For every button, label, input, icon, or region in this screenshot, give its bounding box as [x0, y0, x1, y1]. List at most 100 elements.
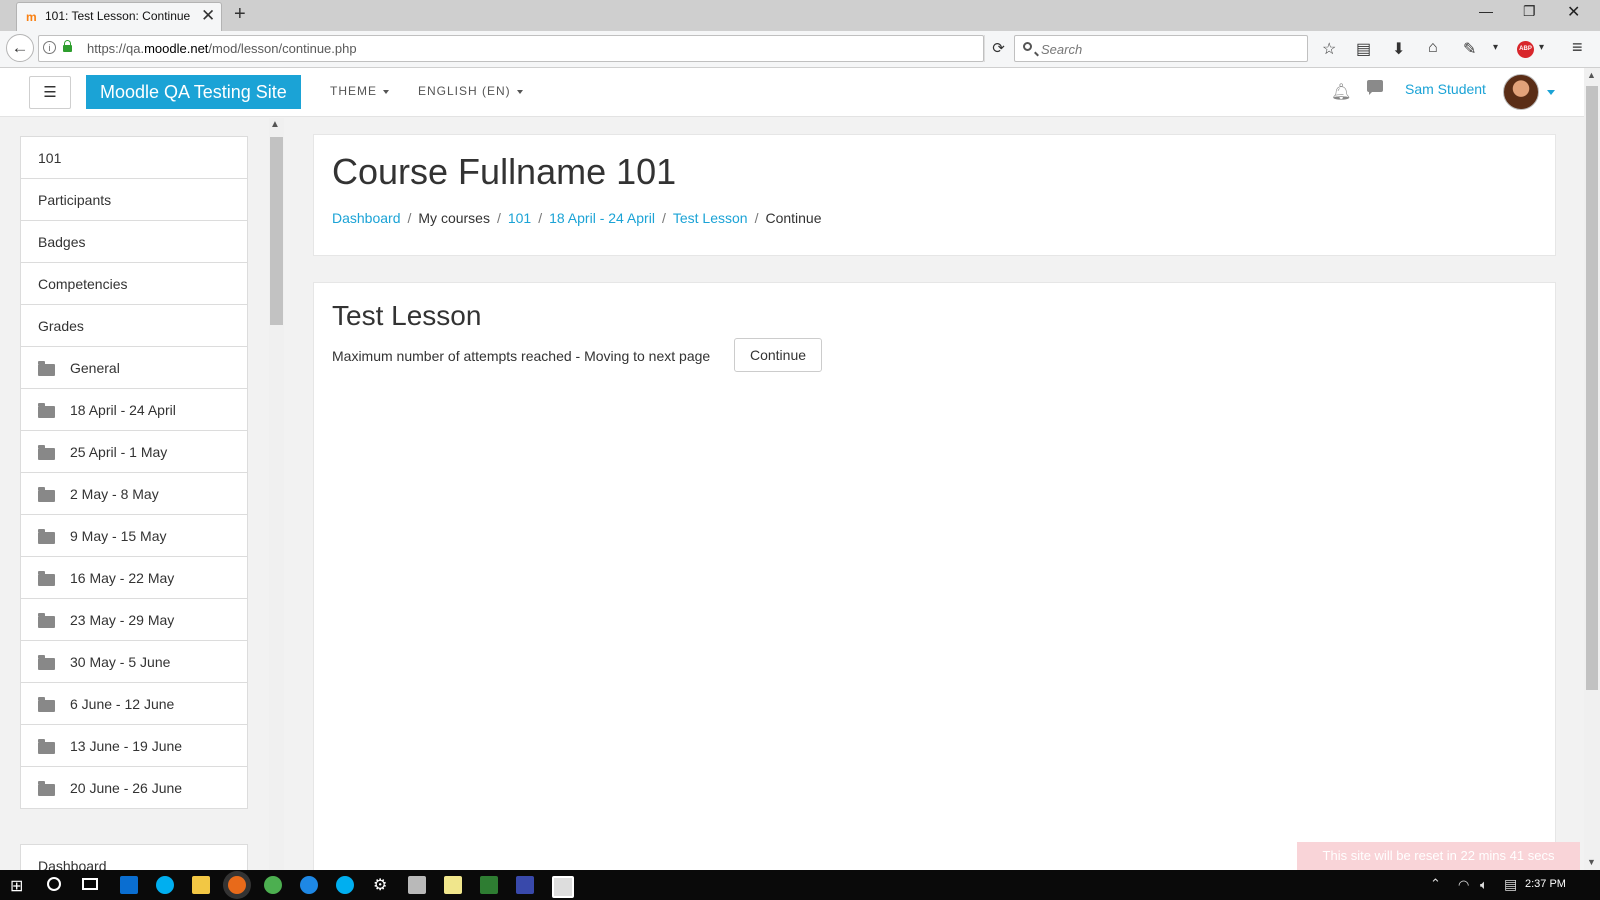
drawer-item-20-june-26-june[interactable]: 20 June - 26 June	[20, 766, 248, 809]
browser-menu-icon[interactable]: ≡	[1572, 37, 1583, 58]
lesson-title: Test Lesson	[332, 300, 482, 331]
snipping-tool-icon[interactable]	[408, 876, 426, 894]
remote-desktop-app-icon[interactable]	[516, 876, 534, 894]
notepad-app-icon[interactable]	[444, 876, 462, 894]
show-hidden-icons-chevron-icon[interactable]: ⌃	[1430, 876, 1441, 892]
page-header: Course Fullname 101 Dashboard / My courses…	[313, 134, 1556, 256]
user-name-link[interactable]: Sam Student	[1405, 81, 1486, 97]
back-button[interactable]: ←	[6, 34, 34, 62]
drawer-item-participants[interactable]: Participants	[20, 178, 248, 221]
scroll-up-arrow-icon[interactable]: ▲	[1587, 70, 1596, 80]
drawer-item-16-may-22-may[interactable]: 16 May - 22 May	[20, 556, 248, 599]
reading-list-icon[interactable]: ▤	[1356, 39, 1371, 59]
chrome-app-icon[interactable]	[264, 876, 282, 894]
notifications-bell-icon[interactable]: 🔔︎	[1331, 82, 1351, 102]
reload-button[interactable]: ⟳	[984, 35, 1012, 62]
browser-tab[interactable]: m 101: Test Lesson: Continue ✕	[16, 2, 222, 31]
drawer-item-label: Competencies	[38, 276, 128, 292]
edge-app-icon[interactable]	[300, 876, 318, 894]
action-center-icon[interactable]: ▤	[1504, 876, 1517, 893]
drawer-item-competencies[interactable]: Competencies	[20, 262, 248, 305]
close-tab-icon[interactable]: ✕	[201, 6, 215, 26]
scroll-up-arrow-icon[interactable]: ▲	[270, 119, 280, 130]
search-bar[interactable]: Search	[1014, 35, 1308, 62]
outlook-app-icon[interactable]	[120, 876, 138, 894]
clock[interactable]: 2:37 PM	[1525, 878, 1566, 890]
page-scrollbar-thumb[interactable]	[1586, 86, 1598, 690]
adblock-icon[interactable]: ABP	[1517, 41, 1534, 58]
drawer-item-6-june-12-june[interactable]: 6 June - 12 June	[20, 682, 248, 725]
extension-icon[interactable]: ✎	[1463, 39, 1476, 59]
drawer-item-grades[interactable]: Grades	[20, 304, 248, 347]
drawer-item-25-april-1-may[interactable]: 25 April - 1 May	[20, 430, 248, 473]
breadcrumb-item[interactable]: Dashboard	[332, 210, 401, 226]
continue-button[interactable]: Continue	[734, 338, 822, 372]
drawer-item-13-june-19-june[interactable]: 13 June - 19 June	[20, 724, 248, 767]
drawer-item-23-may-29-may[interactable]: 23 May - 29 May	[20, 598, 248, 641]
site-name-link[interactable]: Moodle QA Testing Site	[86, 75, 301, 109]
cortana-search-icon[interactable]	[47, 877, 61, 891]
breadcrumb-item[interactable]: Test Lesson	[673, 210, 748, 226]
drawer-item-101[interactable]: 101	[20, 136, 248, 179]
folder-icon	[38, 487, 55, 502]
drawer-item-label: 23 May - 29 May	[70, 612, 175, 628]
breadcrumb-separator: /	[754, 210, 759, 226]
folder-icon	[38, 571, 55, 586]
drawer-item-label: 25 April - 1 May	[70, 444, 168, 460]
firefox-app-icon[interactable]	[228, 876, 246, 894]
skype-app-icon[interactable]	[156, 876, 174, 894]
scroll-down-arrow-icon[interactable]: ▼	[1587, 857, 1596, 867]
wifi-icon[interactable]: ◠	[1458, 877, 1469, 893]
url-path: /mod/lesson/continue.php	[208, 41, 357, 56]
drawer-item-label: Badges	[38, 234, 86, 250]
search-icon	[1023, 42, 1032, 51]
restore-window-icon[interactable]: ❐	[1523, 3, 1536, 20]
language-menu[interactable]: ENGLISH (EN)	[418, 84, 523, 98]
minimize-window-icon[interactable]: —	[1479, 3, 1493, 19]
skype-business-app-icon[interactable]	[336, 876, 354, 894]
drawer-item-general[interactable]: General	[20, 346, 248, 389]
drawer-dashboard-link[interactable]: Dashboard	[20, 844, 248, 870]
drawer-item-30-may-5-june[interactable]: 30 May - 5 June	[20, 640, 248, 683]
drawer-item-18-april-24-april[interactable]: 18 April - 24 April	[20, 388, 248, 431]
user-menu-caret-icon[interactable]	[1547, 90, 1555, 95]
theme-menu[interactable]: THEME	[330, 84, 389, 98]
file-explorer-icon[interactable]	[192, 876, 210, 894]
home-icon[interactable]: ⌂	[1428, 39, 1438, 57]
drawer-scrollbar-thumb[interactable]	[270, 137, 283, 325]
photos-app-icon[interactable]	[552, 876, 574, 898]
adblock-dropdown-icon[interactable]: ▾	[1539, 42, 1544, 53]
close-window-icon[interactable]: ✕	[1567, 2, 1580, 22]
lock-icon	[63, 40, 72, 52]
breadcrumb-item[interactable]: 101	[508, 210, 531, 226]
url-text: https://qa.moodle.net/mod/lesson/continu…	[87, 41, 357, 56]
site-info-icon[interactable]: i	[43, 41, 56, 54]
drawer-item-badges[interactable]: Badges	[20, 220, 248, 263]
messages-icon[interactable]	[1367, 80, 1383, 95]
volume-icon[interactable]: 🔈︎	[1480, 877, 1488, 893]
nav-drawer: 101 Participants Badges Competencies Grades G…	[0, 118, 280, 870]
breadcrumb-item[interactable]: 18 April - 24 April	[549, 210, 655, 226]
drawer-item-2-may-8-may[interactable]: 2 May - 8 May	[20, 472, 248, 515]
page-title: Course Fullname 101	[332, 151, 677, 192]
caret-down-icon	[516, 89, 523, 94]
url-bar[interactable]: i https://qa.moodle.net/mod/lesson/conti…	[38, 35, 984, 62]
task-view-icon[interactable]	[82, 878, 98, 890]
drawer-item-label: Dashboard	[38, 858, 107, 870]
tab-title: 101: Test Lesson: Continue	[45, 9, 191, 23]
spreadsheet-app-icon[interactable]	[480, 876, 498, 894]
breadcrumb: Dashboard / My courses / 101 / 18 April - 24 A…	[332, 210, 822, 226]
downloads-icon[interactable]: ⬇	[1392, 39, 1405, 59]
avatar[interactable]	[1503, 74, 1539, 110]
breadcrumb-separator: /	[538, 210, 543, 226]
new-tab-button[interactable]: +	[234, 3, 246, 26]
extension-dropdown-icon[interactable]: ▾	[1493, 42, 1498, 53]
windows-start-icon[interactable]: ⊞	[10, 876, 23, 896]
drawer-item-9-may-15-may[interactable]: 9 May - 15 May	[20, 514, 248, 557]
settings-gear-icon[interactable]: ⚙	[373, 875, 387, 895]
bookmark-star-icon[interactable]: ☆	[1322, 39, 1336, 59]
windows-taskbar: ⊞ ⚙ ⌃ ◠ 🔈︎ ▤ 2:37 PM	[0, 870, 1600, 900]
drawer-item-label: 30 May - 5 June	[70, 654, 171, 670]
breadcrumb-item: Continue	[765, 210, 822, 226]
drawer-toggle-button[interactable]: ☰	[29, 76, 71, 109]
